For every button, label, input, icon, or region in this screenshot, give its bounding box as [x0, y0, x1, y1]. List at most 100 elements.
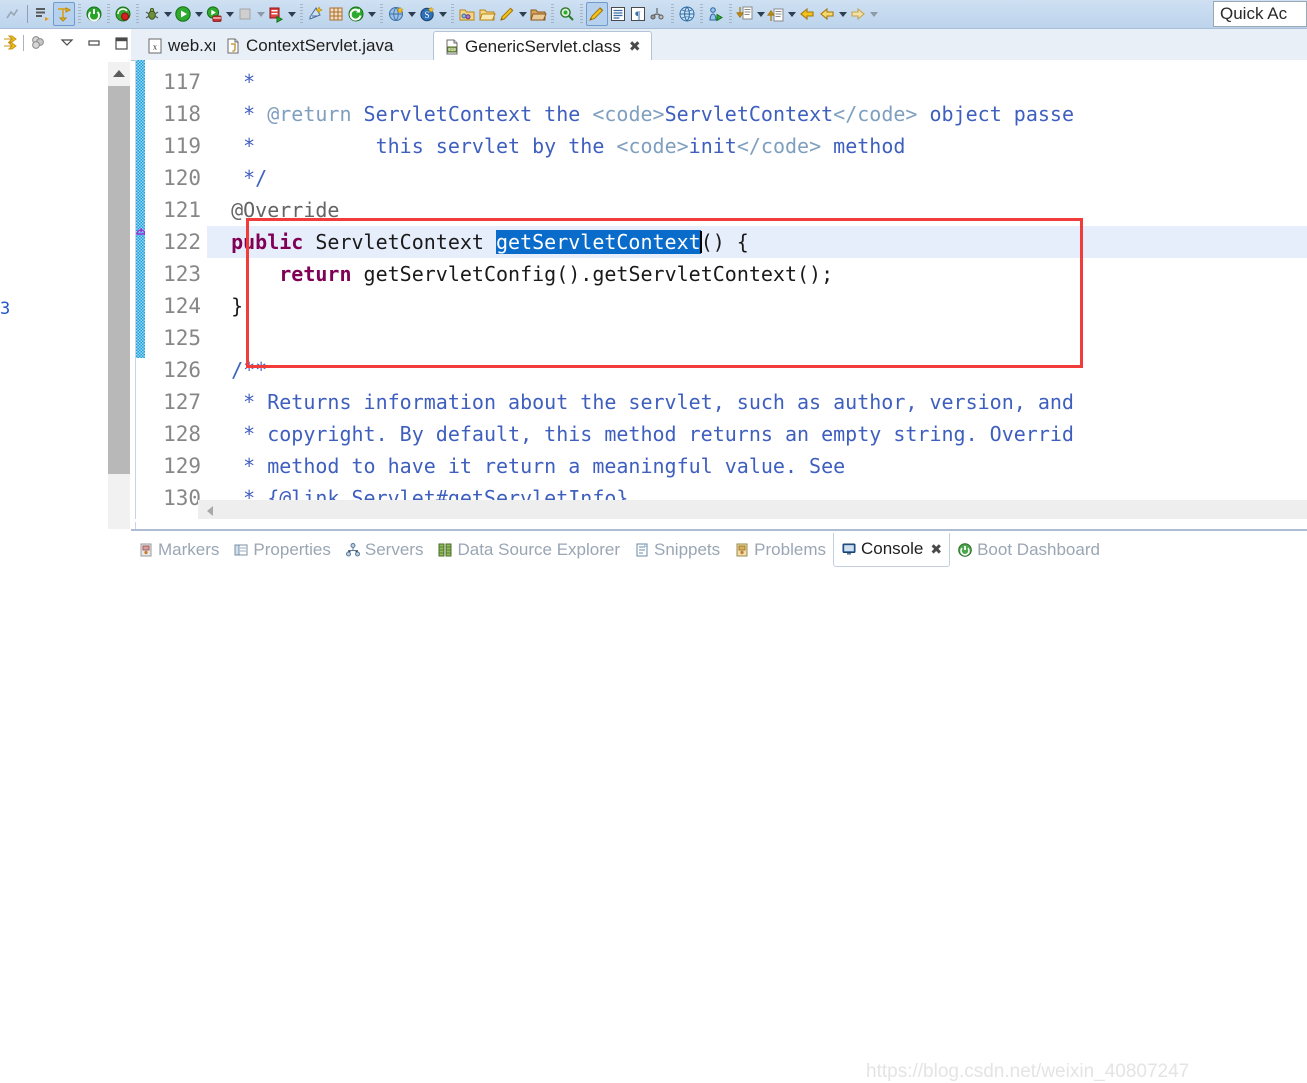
editor-tab-genericservlet-class[interactable]: 010 GenericServlet.class ✖ [433, 31, 652, 61]
line-number: 117 [163, 70, 201, 94]
source-viewer[interactable]: 117 118 119 120 121 122 123 124 125 126 127 128 129 1… [135, 60, 1307, 529]
scrollbar-thumb[interactable] [108, 86, 130, 474]
open-browser-icon[interactable] [677, 2, 697, 26]
close-icon[interactable]: ✖ [930, 541, 942, 558]
view-tab-snippets[interactable]: Snippets [627, 535, 727, 565]
view-tab-markers[interactable]: Markers [131, 535, 226, 565]
quick-access-field[interactable]: Quick Ac [1213, 1, 1307, 27]
view-menu-icon[interactable] [57, 32, 76, 54]
forward-dropdown-icon[interactable] [868, 3, 879, 25]
link-with-editor-icon[interactable] [0, 32, 19, 54]
code-text-token: () { [700, 230, 749, 254]
code-line[interactable]: @Override [207, 194, 339, 226]
open-web-browser-icon[interactable] [386, 2, 406, 26]
new-file-icon[interactable] [497, 2, 517, 26]
run-external-tools-icon[interactable] [204, 2, 224, 26]
open-type-icon[interactable] [528, 2, 548, 26]
view-tab-boot-dashboard[interactable]: Boot Dashboard [950, 535, 1107, 565]
run-dropdown-icon[interactable] [193, 3, 204, 25]
separator-2 [78, 4, 81, 24]
code-line[interactable]: * [207, 66, 255, 98]
scroll-up-arrow-icon[interactable] [108, 62, 130, 84]
maximize-icon[interactable] [112, 32, 131, 54]
search-type-icon[interactable] [557, 2, 577, 26]
stop-dropdown-icon[interactable] [255, 3, 266, 25]
external-tools-dropdown-icon[interactable] [224, 3, 235, 25]
code-line[interactable]: public ServletContext getServletContext(… [207, 226, 1307, 258]
new-file-dropdown-icon[interactable] [517, 3, 528, 25]
code-comment: /** [207, 358, 268, 382]
scroll-left-arrow-icon[interactable] [201, 500, 219, 521]
open-folder-icon[interactable] [477, 2, 497, 26]
stop-icon[interactable] [235, 2, 255, 26]
back-dropdown-icon[interactable] [837, 3, 848, 25]
back-icon[interactable] [797, 2, 817, 26]
refresh-dropdown-icon[interactable] [366, 3, 377, 25]
debug-dropdown-icon[interactable] [162, 3, 173, 25]
debug-icon[interactable] [142, 2, 162, 26]
view-tab-data-source-explorer[interactable]: Data Source Explorer [430, 535, 627, 565]
line-number: 124 [163, 294, 201, 318]
new-java-class-icon[interactable] [33, 2, 53, 26]
toggle-mark-occurrences-icon[interactable] [2, 2, 22, 26]
run-last-tool-icon[interactable] [706, 2, 726, 26]
forward-back-icon[interactable] [817, 2, 837, 26]
forward-icon[interactable] [848, 2, 868, 26]
collapse-all-icon[interactable] [28, 32, 47, 54]
browser-dropdown-icon[interactable] [406, 3, 417, 25]
selected-text[interactable]: getServletContext [495, 230, 701, 254]
skip-breakpoints-icon[interactable] [113, 2, 133, 26]
minimize-icon[interactable] [85, 32, 104, 54]
separator-1 [27, 5, 28, 23]
next-annotation-icon[interactable] [735, 2, 755, 26]
run-icon[interactable] [173, 2, 193, 26]
view-tab-servers[interactable]: Servers [338, 535, 431, 565]
code-line[interactable]: * @return ServletContext the <code>Servl… [207, 98, 1074, 130]
snippet-dropdown-icon[interactable] [437, 3, 448, 25]
show-whitespace-icon[interactable] [608, 2, 628, 26]
open-package-icon[interactable] [457, 2, 477, 26]
line-number: 130 [163, 486, 201, 510]
view-tab-properties[interactable]: Properties [226, 535, 337, 565]
code-line[interactable]: * this servlet by the <code>init</code> … [207, 130, 905, 162]
previous-annotation-icon[interactable] [766, 2, 786, 26]
bottom-view-tabs: Markers Properties Servers Data Source Expl… [131, 531, 1107, 568]
change-ruler [136, 60, 146, 500]
separator-12 [729, 4, 732, 24]
format-icon[interactable] [586, 2, 608, 26]
run-on-server-icon[interactable] [266, 2, 286, 26]
code-line[interactable]: * {@link Servlet#getServletInfo}. [207, 482, 640, 500]
new-snippet-icon[interactable]: S [417, 2, 437, 26]
pilcrow-icon[interactable]: ¶ [628, 2, 648, 26]
code-line[interactable]: * Returns information about the servlet,… [207, 386, 1074, 418]
line-number: 125 [163, 326, 201, 350]
view-tab-label: Boot Dashboard [977, 539, 1100, 559]
run-on-server-dropdown-icon[interactable] [286, 3, 297, 25]
code-line[interactable]: /** [207, 354, 267, 386]
close-icon[interactable]: ✖ [629, 39, 641, 55]
code-line[interactable]: * copyright. By default, this method ret… [207, 418, 1074, 450]
refresh-icon[interactable] [346, 2, 366, 26]
view-tab-console[interactable]: Console ✖ [832, 532, 951, 567]
line-number: 122 [163, 230, 201, 254]
code-line[interactable]: * method to have it return a meaningful … [207, 450, 845, 482]
view-vertical-scrollbar[interactable] [108, 62, 130, 530]
code-line[interactable]: */ [207, 162, 267, 194]
new-table-icon[interactable] [326, 2, 346, 26]
toggle-block-icon[interactable] [648, 2, 668, 26]
code-line[interactable]: return getServletConfig().getServletCont… [207, 258, 833, 290]
code-line[interactable]: } [207, 290, 243, 322]
editor-horizontal-scrollbar[interactable] [198, 500, 1307, 521]
problems-icon [734, 542, 750, 558]
next-annotation-dropdown-icon[interactable] [755, 3, 766, 25]
view-tab-problems[interactable]: Problems [727, 535, 833, 565]
new-wizard-icon[interactable] [53, 2, 75, 26]
code-comment: object passe [917, 102, 1075, 126]
terminate-icon[interactable] [84, 2, 104, 26]
main-toolbar: S ¶ Quick Ac [0, 0, 1307, 29]
previous-annotation-dropdown-icon[interactable] [786, 3, 797, 25]
code-text[interactable]: * * @return ServletContext the <code>Ser… [207, 60, 1307, 500]
new-annotation-icon[interactable] [306, 2, 326, 26]
editor-tab-bar: x web.xml ContextServlet.java 010 GenericSer… [131, 29, 1307, 61]
editor-tab-contextservlet-java[interactable]: ContextServlet.java [215, 32, 404, 60]
